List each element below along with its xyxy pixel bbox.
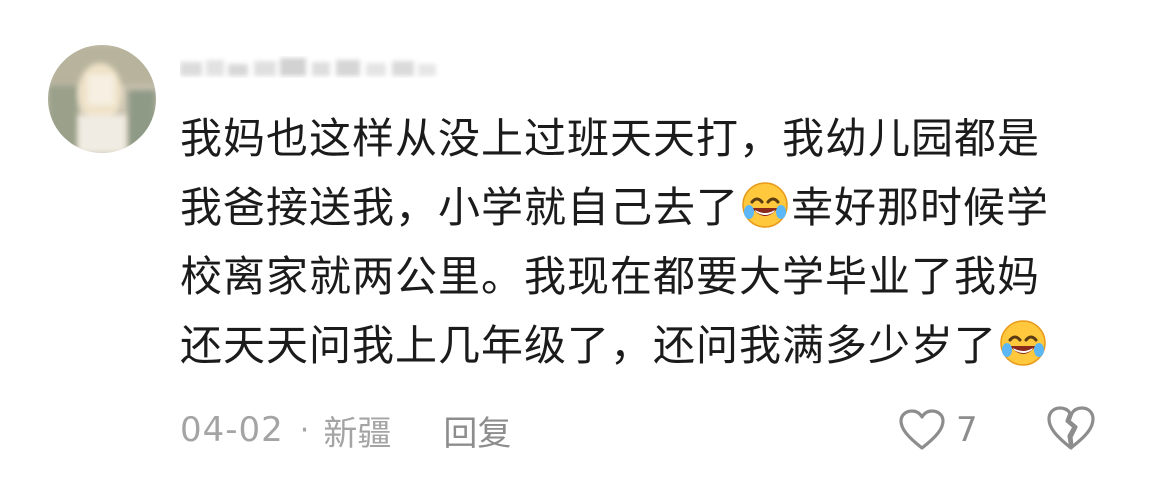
comment-meta: 04-02 · 新疆 回复	[180, 400, 511, 460]
laughing-emoji-icon	[998, 318, 1048, 368]
comment-line-4-text: 还天天问我上几年级了，还问我满多少岁了	[180, 321, 998, 370]
blurred-username	[180, 58, 436, 76]
comment-date: 04-02	[180, 410, 284, 450]
comment-line-2-text-b: 幸好那时候学	[791, 183, 1050, 232]
like-count: 7	[956, 410, 978, 450]
comment-line-1-text: 我妈也这样从没上过班天天打，我幼儿园都是	[180, 114, 1041, 163]
dislike-button[interactable]	[1045, 404, 1097, 456]
heart-outline-icon	[899, 409, 945, 450]
like-button[interactable]: 7	[898, 404, 978, 456]
comment-location: 新疆	[323, 413, 392, 454]
meta-separator: ·	[299, 412, 310, 448]
comment-line-2: 我爸接送我，小学就自己去了 幸好那时候学	[180, 173, 1100, 242]
comment-line-3: 校离家就两公里。我现在都要大学毕业了我妈	[180, 242, 1100, 311]
laughing-emoji-icon	[740, 180, 790, 230]
comment-text: 我妈也这样从没上过班天天打，我幼儿园都是 我爸接送我，小学就自己去了 幸好那时候…	[180, 104, 1100, 380]
comment-line-2-text-a: 我爸接送我，小学就自己去了	[180, 183, 740, 232]
comment-line-3-text: 校离家就两公里。我现在都要大学毕业了我妈	[180, 252, 1041, 301]
reply-button[interactable]: 回复	[443, 406, 511, 455]
blurred-avatar-image	[48, 45, 156, 153]
username-blurred[interactable]	[180, 52, 442, 84]
avatar[interactable]	[48, 45, 156, 153]
comment-line-1: 我妈也这样从没上过班天天打，我幼儿园都是	[180, 104, 1100, 173]
broken-heart-icon	[1047, 406, 1095, 450]
comment-line-4: 还天天问我上几年级了，还问我满多少岁了	[180, 311, 1100, 380]
